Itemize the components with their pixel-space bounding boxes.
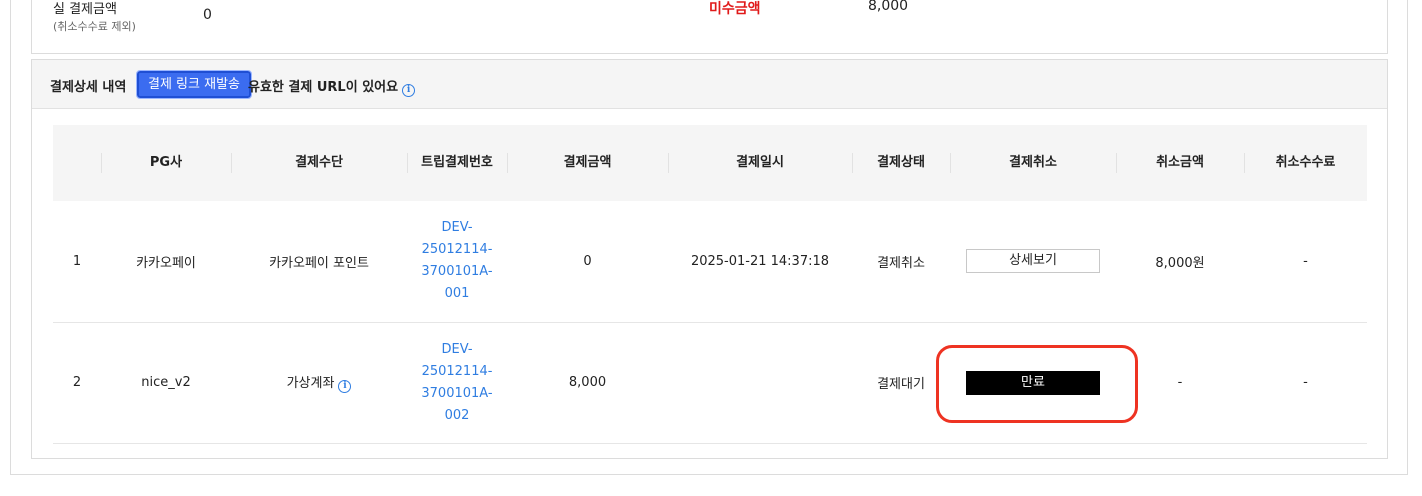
payment-detail-table: PG사 결제수단 트립결제번호 결제금액 결제일시 결제상태 결제취소 취소금액… — [53, 125, 1367, 444]
header-no — [53, 125, 101, 201]
header-pg: PG사 — [101, 125, 231, 201]
row-amount: 8,000 — [568, 375, 607, 390]
unpaid-amount-value: 8,000 — [868, 0, 909, 14]
trip-no-line[interactable]: 25012114- — [407, 361, 507, 383]
trip-no-line[interactable]: 001 — [407, 283, 507, 305]
view-details-button[interactable]: 상세보기 — [966, 249, 1100, 274]
table-row: 1 카카오페이 카카오페이 포인트 DEV- 25012114- 3700101… — [53, 201, 1367, 322]
unpaid-amount-label: 미수금액 — [709, 1, 761, 17]
row-trip-no[interactable]: DEV- 25012114- 3700101A- 002 — [407, 322, 507, 443]
payment-detail-section: 결제상세 내역 결제 링크 재발송 유효한 결제 URL이 있어요 i PG사 결… — [31, 59, 1388, 459]
row-cancel-fee: - — [1303, 375, 1308, 390]
row-cancel: 상세보기 — [950, 201, 1116, 322]
row-datetime: 2025-01-21 14:37:18 — [690, 253, 830, 269]
row-no: 2 — [72, 375, 82, 390]
row-amount: 0 — [583, 253, 592, 269]
header-cancel-amount: 취소금액 — [1116, 125, 1244, 201]
row-cancel-amount: - — [1177, 375, 1183, 390]
payment-summary: 실 결제금액 (취소수수료 제외) 0 미수금액 8,000 — [31, 0, 1388, 54]
actual-amount-value: 0 — [203, 7, 212, 23]
info-icon[interactable]: i — [338, 380, 352, 393]
row-method: 가상계좌 i — [231, 322, 407, 443]
header-trip-no: 트립결제번호 — [407, 125, 507, 201]
row-status: 결제취소 — [877, 255, 925, 271]
header-status: 결제상태 — [852, 125, 950, 201]
payment-detail-header: 결제상세 내역 결제 링크 재발송 유효한 결제 URL이 있어요 i — [32, 60, 1387, 109]
trip-no-line[interactable]: 002 — [407, 405, 507, 427]
table-row: 2 nice_v2 가상계좌 i DEV- 25012114- 3700101A-… — [53, 322, 1367, 443]
header-method: 결제수단 — [231, 125, 407, 201]
actual-amount-sublabel: (취소수수료 제외) — [53, 20, 136, 33]
header-amount: 결제금액 — [507, 125, 668, 201]
expired-button[interactable]: 만료 — [966, 370, 1100, 395]
row-pg: nice_v2 — [141, 375, 191, 390]
info-icon[interactable]: i — [402, 84, 416, 97]
row-method: 카카오페이 포인트 — [269, 255, 369, 271]
row-cancel: 만료 — [950, 322, 1116, 443]
trip-no-line[interactable]: 3700101A- — [407, 261, 507, 283]
row-trip-no[interactable]: DEV- 25012114- 3700101A- 001 — [407, 201, 507, 322]
row-cancel-amount: 8,000원 — [1155, 255, 1205, 271]
valid-url-text: 유효한 결제 URL이 있어요 — [248, 80, 399, 95]
actual-amount-label: 실 결제금액 — [53, 2, 117, 17]
table-header-row: PG사 결제수단 트립결제번호 결제금액 결제일시 결제상태 결제취소 취소금액… — [53, 125, 1367, 201]
header-cancel-fee: 취소수수료 — [1244, 125, 1367, 201]
valid-url-notice: 유효한 결제 URL이 있어요 i — [248, 76, 416, 97]
resend-payment-link-button[interactable]: 결제 링크 재발송 — [136, 70, 252, 99]
row-cancel-fee: - — [1303, 253, 1308, 269]
trip-no-line[interactable]: 25012114- — [407, 239, 507, 261]
trip-no-line[interactable]: DEV- — [407, 339, 507, 361]
row-pg: 카카오페이 — [136, 255, 196, 271]
row-datetime — [668, 322, 852, 443]
trip-no-line[interactable]: 3700101A- — [407, 383, 507, 405]
row-no: 1 — [72, 253, 82, 269]
payment-detail-title: 결제상세 내역 — [50, 80, 127, 95]
row-status: 결제대기 — [877, 377, 925, 392]
header-cancel: 결제취소 — [950, 125, 1116, 201]
row-method-text: 가상계좌 — [286, 376, 335, 391]
header-datetime: 결제일시 — [668, 125, 852, 201]
header-trip-no-text: 트립결제번호 — [421, 155, 493, 170]
trip-no-line[interactable]: DEV- — [407, 217, 507, 239]
